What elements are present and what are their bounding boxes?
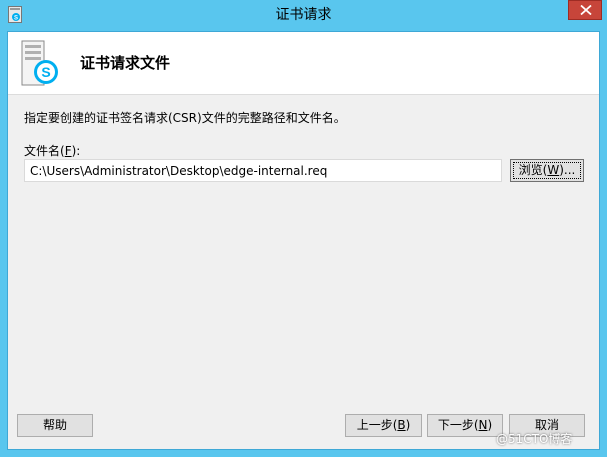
instructions-text: 指定要创建的证书签名请求(CSR)文件的完整路径和文件名。	[24, 111, 346, 125]
title-bar[interactable]: S 证书请求	[0, 0, 607, 31]
help-button[interactable]: 帮助	[17, 414, 93, 437]
file-name-label: 文件名(F):	[24, 144, 81, 158]
server-skype-icon: S	[18, 40, 66, 88]
back-button[interactable]: 上一步(B)	[345, 414, 422, 437]
file-path-input[interactable]	[24, 159, 502, 182]
page-title: 证书请求文件	[80, 54, 171, 72]
wizard-header: S 证书请求文件	[8, 32, 599, 95]
dialog-client-area: S 证书请求文件 指定要创建的证书签名请求(CSR)文件的完整路径和文件名。 文…	[7, 31, 600, 450]
svg-text:S: S	[41, 64, 50, 80]
close-button[interactable]	[568, 0, 602, 20]
window-title: 证书请求	[275, 7, 332, 23]
next-button[interactable]: 下一步(N)	[427, 414, 503, 437]
browse-button[interactable]: 浏览(W)...	[510, 159, 584, 182]
watermark-text: @51CTO博客	[496, 432, 573, 446]
dialog-window: S 证书请求 S 证书请求文件 指定要创建的证书签名请求(CSR)文件的完整路径…	[0, 0, 607, 457]
close-icon	[580, 5, 592, 15]
